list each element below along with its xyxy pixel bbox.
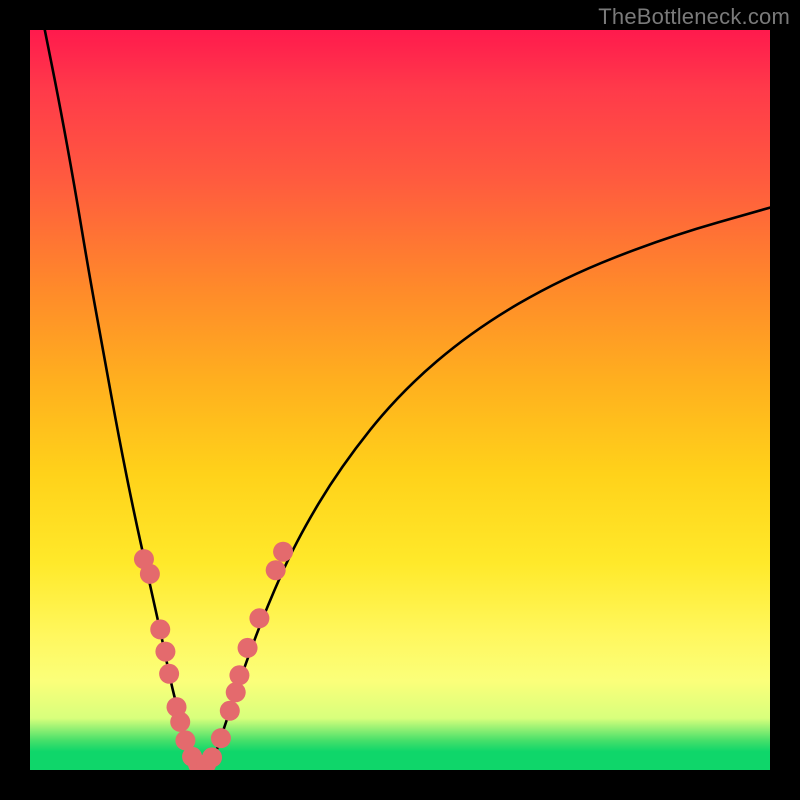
data-point: [159, 664, 179, 684]
data-point: [155, 642, 175, 662]
chart-frame: TheBottleneck.com: [0, 0, 800, 800]
data-point: [249, 608, 269, 628]
data-point: [175, 730, 195, 750]
data-point: [134, 549, 154, 569]
curve-right-branch: [210, 208, 770, 770]
curve-group: [45, 30, 770, 770]
data-point: [170, 712, 190, 732]
data-point: [182, 747, 202, 767]
data-point: [202, 747, 222, 767]
data-point: [211, 728, 231, 748]
data-point: [220, 701, 240, 721]
data-point: [188, 754, 208, 770]
data-point: [229, 665, 249, 685]
dots-group: [134, 542, 293, 770]
chart-svg: [30, 30, 770, 770]
data-point: [266, 560, 286, 580]
data-point: [150, 619, 170, 639]
data-point: [273, 542, 293, 562]
watermark-text: TheBottleneck.com: [598, 4, 790, 30]
curve-left-branch: [45, 30, 198, 770]
data-point: [226, 682, 246, 702]
data-point: [167, 697, 187, 717]
data-point: [140, 564, 160, 584]
plot-area: [30, 30, 770, 770]
data-point: [196, 754, 216, 770]
data-point: [238, 638, 258, 658]
